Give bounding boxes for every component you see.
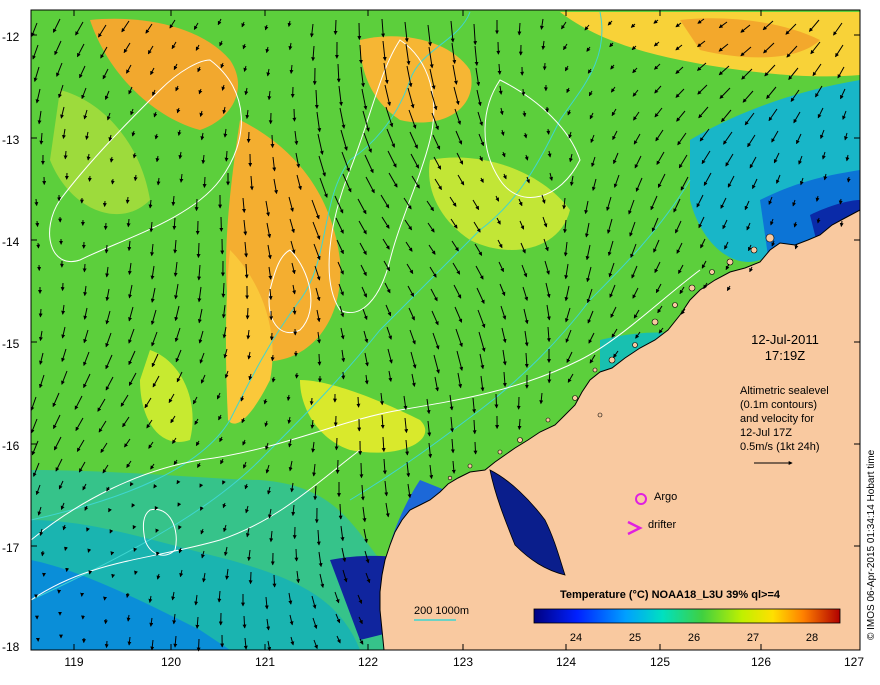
legend-line: Altimetric sealevel — [740, 384, 829, 398]
x-tick-label: 126 — [741, 655, 781, 669]
velocity-arrow-icon — [65, 151, 66, 159]
velocity-arrow-icon — [545, 63, 546, 70]
drifter-label: drifter — [648, 519, 676, 531]
legend-line: 12-Jul 17Z — [740, 426, 829, 440]
velocity-arrow-icon — [519, 419, 520, 429]
velocity-arrow-icon — [88, 550, 89, 552]
velocity-arrow-icon — [475, 442, 476, 454]
velocity-arrow-icon — [107, 641, 108, 648]
velocity-legend: Altimetric sealevel (0.1m contours) and … — [740, 384, 829, 454]
colorbar-tick: 24 — [561, 632, 591, 644]
colorbar-tick: 26 — [679, 632, 709, 644]
y-tick-label: -14 — [2, 235, 28, 249]
y-tick-label: -18 — [2, 640, 28, 654]
map-frame: -12 -13 -14 -15 -16 -17 -18 119 120 121 … — [0, 0, 880, 680]
velocity-arrow-icon — [496, 394, 497, 408]
legend-line: and velocity for — [740, 412, 829, 426]
velocity-arrow-icon — [274, 575, 275, 587]
x-tick-label: 119 — [54, 655, 94, 669]
velocity-arrow-icon — [358, 397, 359, 407]
x-tick-label: 127 — [834, 655, 874, 669]
velocity-arrow-icon — [42, 551, 43, 556]
velocity-arrow-icon — [84, 264, 85, 272]
velocity-arrow-icon — [197, 199, 198, 211]
x-tick-label: 120 — [151, 655, 191, 669]
velocity-arrow-icon — [38, 243, 39, 248]
x-tick-label: 124 — [546, 655, 586, 669]
velocity-arrow-icon — [311, 398, 312, 405]
argo-label: Argo — [654, 491, 677, 503]
y-tick-label: -15 — [2, 337, 28, 351]
colorbar-tick: 27 — [738, 632, 768, 644]
x-tick-label: 122 — [348, 655, 388, 669]
velocity-arrow-icon — [112, 575, 113, 578]
velocity-arrow-icon — [294, 109, 295, 121]
velocity-arrow-icon — [548, 129, 549, 134]
date-text: 12-Jul-2011 — [735, 332, 835, 348]
velocity-arrow-icon — [247, 308, 248, 319]
velocity-arrow-icon — [841, 221, 842, 226]
x-tick-label: 123 — [443, 655, 483, 669]
velocity-arrow-icon — [336, 438, 337, 450]
velocity-arrow-icon — [848, 177, 849, 182]
date-time-label: 12-Jul-2011 17:19Z — [735, 332, 835, 364]
y-tick-label: -12 — [2, 30, 28, 44]
velocity-arrow-icon — [272, 135, 273, 147]
y-tick-label: -13 — [2, 133, 28, 147]
y-tick-label: -17 — [2, 541, 28, 555]
velocity-arrow-icon — [36, 199, 37, 206]
colorbar-title: Temperature (°C) NOAA18_L3U 39% ql>=4 — [560, 589, 780, 601]
velocity-arrow-icon — [111, 553, 112, 555]
velocity-arrow-icon — [127, 197, 128, 203]
velocity-arrow-icon — [523, 89, 524, 96]
y-tick-label: -16 — [2, 439, 28, 453]
x-tick-label: 121 — [245, 655, 285, 669]
legend-line: (0.1m contours) — [740, 398, 829, 412]
velocity-arrow-icon — [338, 460, 339, 473]
velocity-arrow-icon — [244, 616, 245, 628]
velocity-arrow-icon — [335, 20, 336, 34]
velocity-arrow-icon — [112, 179, 113, 184]
colorbar-tick: 28 — [797, 632, 827, 644]
velocity-arrow-icon — [106, 223, 107, 229]
velocity-arrow-icon — [90, 176, 91, 181]
velocity-arrow-icon — [319, 354, 320, 365]
velocity-arrow-icon — [249, 132, 250, 142]
velocity-arrow-icon — [296, 549, 297, 561]
velocity-arrow-icon — [297, 373, 298, 378]
velocity-arrow-icon — [106, 619, 107, 624]
velocity-arrow-icon — [226, 151, 227, 161]
credit-text: © IMOS 06-Apr-2015 01:34:14 Hobart time — [866, 450, 877, 640]
colorbar-tick: 25 — [620, 632, 650, 644]
velocity-arrow-icon — [105, 597, 106, 600]
velocity-arrow-icon — [198, 243, 199, 257]
time-text: 17:19Z — [735, 348, 835, 364]
velocity-arrow-icon — [199, 639, 200, 651]
velocity-arrow-icon — [251, 572, 252, 584]
velocity-arrow-icon — [128, 219, 129, 227]
velocity-arrow-icon — [343, 372, 344, 379]
velocity-arrow-icon — [106, 245, 107, 253]
colorbar — [534, 609, 840, 623]
velocity-arrow-icon — [37, 221, 38, 226]
legend-line: 0.5m/s (1kt 24h) — [740, 440, 829, 454]
velocity-arrow-icon — [63, 283, 64, 291]
velocity-arrow-icon — [361, 463, 362, 478]
velocity-arrow-icon — [204, 177, 205, 187]
velocity-arrow-icon — [840, 199, 841, 204]
bathy-legend-label: 200 1000m — [414, 605, 469, 617]
x-tick-label: 125 — [640, 655, 680, 669]
velocity-arrow-icon — [40, 309, 41, 317]
velocity-arrow-icon — [272, 355, 273, 361]
